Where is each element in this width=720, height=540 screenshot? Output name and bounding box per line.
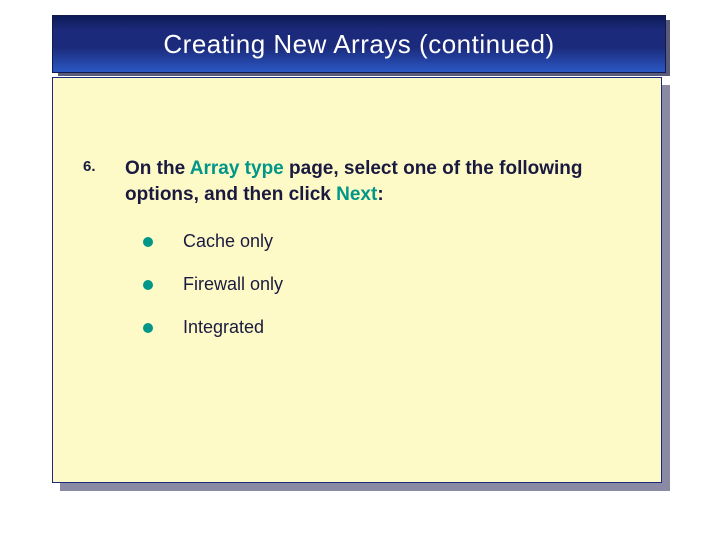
- bullet-label: Integrated: [183, 317, 264, 338]
- body-panel: 6. On the Array type page, select one of…: [52, 77, 662, 483]
- bullet-label: Firewall only: [183, 274, 283, 295]
- step-text-highlight2: Next: [336, 184, 377, 205]
- step-text-part1: On the: [125, 158, 190, 179]
- bullet-list: Cache only Firewall only Integrated: [143, 231, 638, 338]
- step-text: On the Array type page, select one of th…: [125, 156, 638, 207]
- list-item: Cache only: [143, 231, 638, 252]
- slide-title: Creating New Arrays (continued): [163, 29, 554, 60]
- step-text-highlight1: Array type: [190, 158, 284, 179]
- bullet-icon: [143, 280, 153, 290]
- title-bar: Creating New Arrays (continued): [52, 15, 666, 73]
- list-item: Firewall only: [143, 274, 638, 295]
- list-item: Integrated: [143, 317, 638, 338]
- bullet-icon: [143, 323, 153, 333]
- step-text-part3: :: [377, 184, 383, 205]
- step-block: 6. On the Array type page, select one of…: [83, 156, 638, 360]
- step-number: 6.: [83, 156, 125, 175]
- bullet-icon: [143, 237, 153, 247]
- slide: Creating New Arrays (continued) 6. On th…: [0, 0, 720, 540]
- step-row: 6. On the Array type page, select one of…: [83, 156, 638, 207]
- bullet-label: Cache only: [183, 231, 273, 252]
